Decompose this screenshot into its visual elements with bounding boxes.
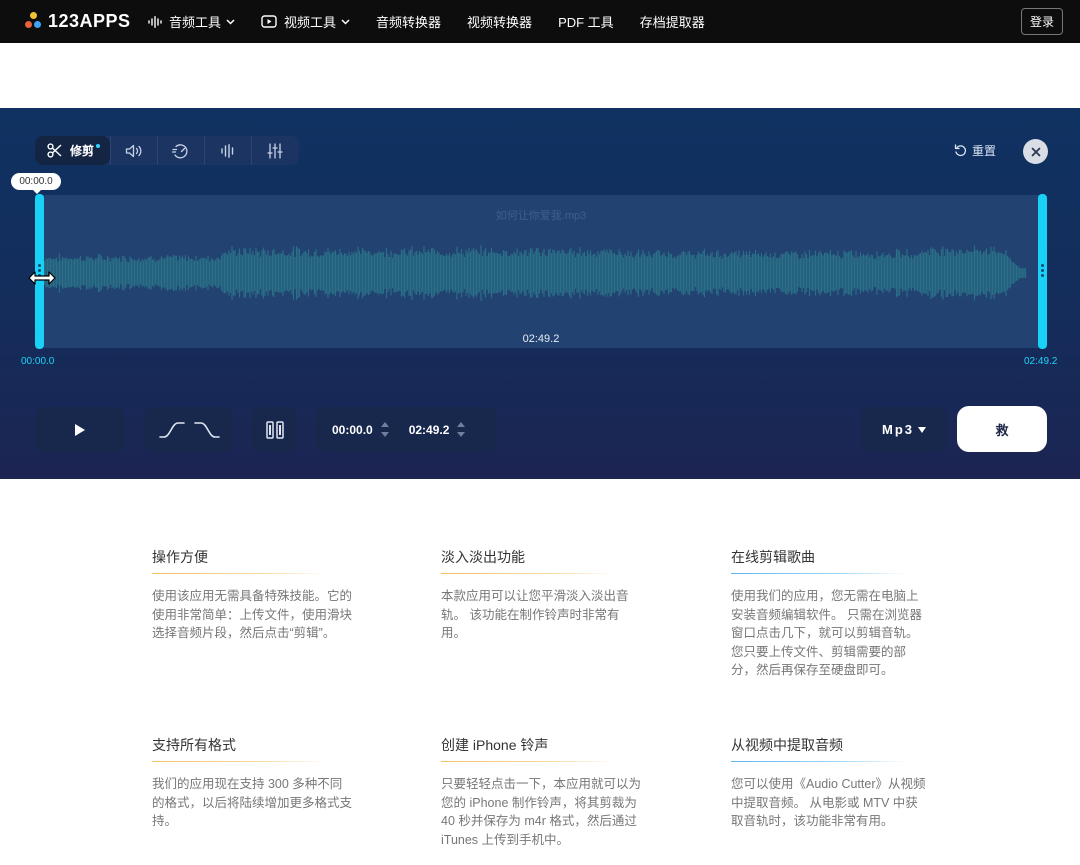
feature-text: 使用该应用无需具备特殊技能。它的使用非常简单：上传文件，使用滑块选择音频片段，然… (152, 589, 353, 640)
nav-video-tools-label: 视频工具 (284, 15, 337, 30)
feature-online-cut: 在线剪辑歌曲 使用我们的应用，您无需在电脑上安装音频编辑软件。 只需在浏览器窗口… (731, 547, 926, 680)
nav-pdf-tools-label: PDF 工具 (558, 15, 614, 30)
feature-title: 创建 iPhone 铃声 (441, 735, 641, 762)
top-navigation-bar: 123APPS 音频工具 视频工具 音频转换器 视频转换器 PDF 工具 存档提… (0, 0, 1080, 43)
end-time-label: 02:49.2 (1024, 356, 1058, 367)
nav-audio-tools[interactable]: 音频工具 (148, 12, 235, 31)
tab-equalizer[interactable] (204, 136, 251, 165)
feature-text: 我们的应用现在支持 300 多种不同的格式，以后将陆续增加更多格式支持。 (152, 777, 353, 828)
volume-icon (125, 144, 142, 157)
fade-in-icon[interactable] (158, 421, 185, 439)
feature-title: 支持所有格式 (152, 735, 352, 762)
active-indicator-dot (96, 143, 100, 148)
fade-out-icon[interactable] (193, 421, 220, 439)
tab-mixer[interactable] (251, 136, 298, 165)
start-time-label: 00:00.0 (21, 356, 55, 367)
nav-archive-extractor-label: 存档提取器 (639, 15, 705, 30)
format-label: Mp3 (882, 422, 914, 437)
play-button[interactable] (35, 407, 125, 452)
waveform-path (42, 245, 1027, 301)
login-button[interactable]: 登录 (1021, 8, 1063, 35)
feature-all-formats: 支持所有格式 我们的应用现在支持 300 多种不同的格式，以后将陆续增加更多格式… (152, 735, 352, 831)
reset-button[interactable]: 重置 (954, 142, 996, 159)
split-mode-button[interactable] (252, 407, 297, 452)
selection-duration: 02:49.2 (522, 333, 560, 345)
audio-wave-icon (148, 15, 162, 28)
feature-text: 使用我们的应用，您无需在电脑上安装音频编辑软件。 只需在浏览器窗口点击几下，就可… (731, 589, 922, 677)
caret-down-icon (918, 426, 926, 433)
end-time-stepper[interactable] (457, 422, 466, 437)
start-time-stepper[interactable] (380, 422, 389, 437)
waveform-area[interactable]: 如何让你爱我.mp3 02:49.2 (41, 195, 1041, 348)
undo-icon (954, 144, 966, 157)
audio-editor: 修剪 重置 00:00.0 如何让你爱我.mp3 02:49.2 00:00.0… (0, 108, 1080, 479)
nav-video-tools[interactable]: 视频工具 (261, 12, 350, 31)
play-icon (75, 423, 85, 436)
chevron-down-icon (341, 18, 350, 25)
time-inputs: 00:00.0 02:49.2 (316, 407, 497, 452)
fade-controls (144, 407, 234, 452)
scissors-icon (47, 143, 62, 158)
feature-title: 在线剪辑歌曲 (731, 547, 926, 574)
feature-text: 只要轻轻点击一下，本应用就可以为您的 iPhone 制作铃声，将其剪裁为 40 … (441, 777, 642, 847)
feature-fade: 淡入淡出功能 本款应用可以让您平滑淡入淡出音轨。 该功能在制作铃声时非常有用。 (441, 547, 641, 643)
feature-text: 本款应用可以让您平滑淡入淡出音轨。 该功能在制作铃声时非常有用。 (441, 589, 629, 640)
format-dropdown[interactable]: Mp3 (861, 407, 947, 452)
nav-video-converter-label: 视频转换器 (467, 15, 533, 30)
logo-dots-icon (24, 11, 44, 31)
feature-title: 淡入淡出功能 (441, 547, 641, 574)
logo[interactable]: 123APPS (24, 10, 131, 32)
close-editor-button[interactable] (1023, 139, 1048, 164)
equalizer-bars-icon (221, 143, 234, 158)
feature-easy-to-use: 操作方便 使用该应用无需具备特殊技能。它的使用非常简单：上传文件，使用滑块选择音… (152, 547, 352, 643)
nav-audio-converter-label: 音频转换器 (376, 15, 442, 30)
grip-icon (1041, 264, 1044, 278)
main-nav: 音频工具 视频工具 音频转换器 视频转换器 PDF 工具 存档提取器 (148, 0, 731, 43)
trim-end-handle[interactable] (1038, 194, 1047, 349)
tab-speed[interactable] (157, 136, 204, 165)
playhead-time-bubble: 00:00.0 (11, 173, 61, 194)
reset-label: 重置 (972, 144, 997, 158)
nav-audio-tools-label: 音频工具 (169, 15, 222, 30)
tab-trim[interactable]: 修剪 (35, 136, 110, 165)
nav-archive-extractor[interactable]: 存档提取器 (640, 12, 705, 31)
start-time-input[interactable]: 00:00.0 (332, 422, 389, 437)
split-icon (265, 420, 284, 439)
chevron-down-icon (226, 18, 235, 25)
feature-iphone-ringtone: 创建 iPhone 铃声 只要轻轻点击一下，本应用就可以为您的 iPhone 制… (441, 735, 641, 849)
start-time-value: 00:00.0 (332, 422, 373, 437)
close-icon (1031, 147, 1040, 156)
mixer-sliders-icon (267, 142, 283, 159)
nav-video-converter[interactable]: 视频转换器 (467, 12, 532, 31)
feature-title: 从视频中提取音频 (731, 735, 926, 762)
nav-pdf-tools[interactable]: PDF 工具 (558, 12, 614, 31)
feature-text: 您可以使用《Audio Cutter》从视频中提取音频。 从电影或 MTV 中获… (731, 777, 926, 828)
resize-cursor-icon (28, 271, 56, 285)
video-play-icon (261, 15, 277, 28)
feature-extract-audio: 从视频中提取音频 您可以使用《Audio Cutter》从视频中提取音频。 从电… (731, 735, 926, 831)
save-button[interactable]: 救 (957, 406, 1047, 452)
nav-audio-converter[interactable]: 音频转换器 (376, 12, 441, 31)
end-time-value: 02:49.2 (408, 422, 450, 437)
tab-trim-label: 修剪 (70, 144, 95, 158)
speed-icon (172, 143, 188, 158)
logo-text: 123APPS (48, 10, 131, 31)
file-name: 如何让你爱我.mp3 (495, 210, 587, 222)
tab-volume[interactable] (110, 136, 157, 165)
editor-tool-tabs: 修剪 (35, 136, 299, 165)
feature-title: 操作方便 (152, 547, 352, 574)
end-time-input[interactable]: 02:49.2 (409, 422, 466, 437)
